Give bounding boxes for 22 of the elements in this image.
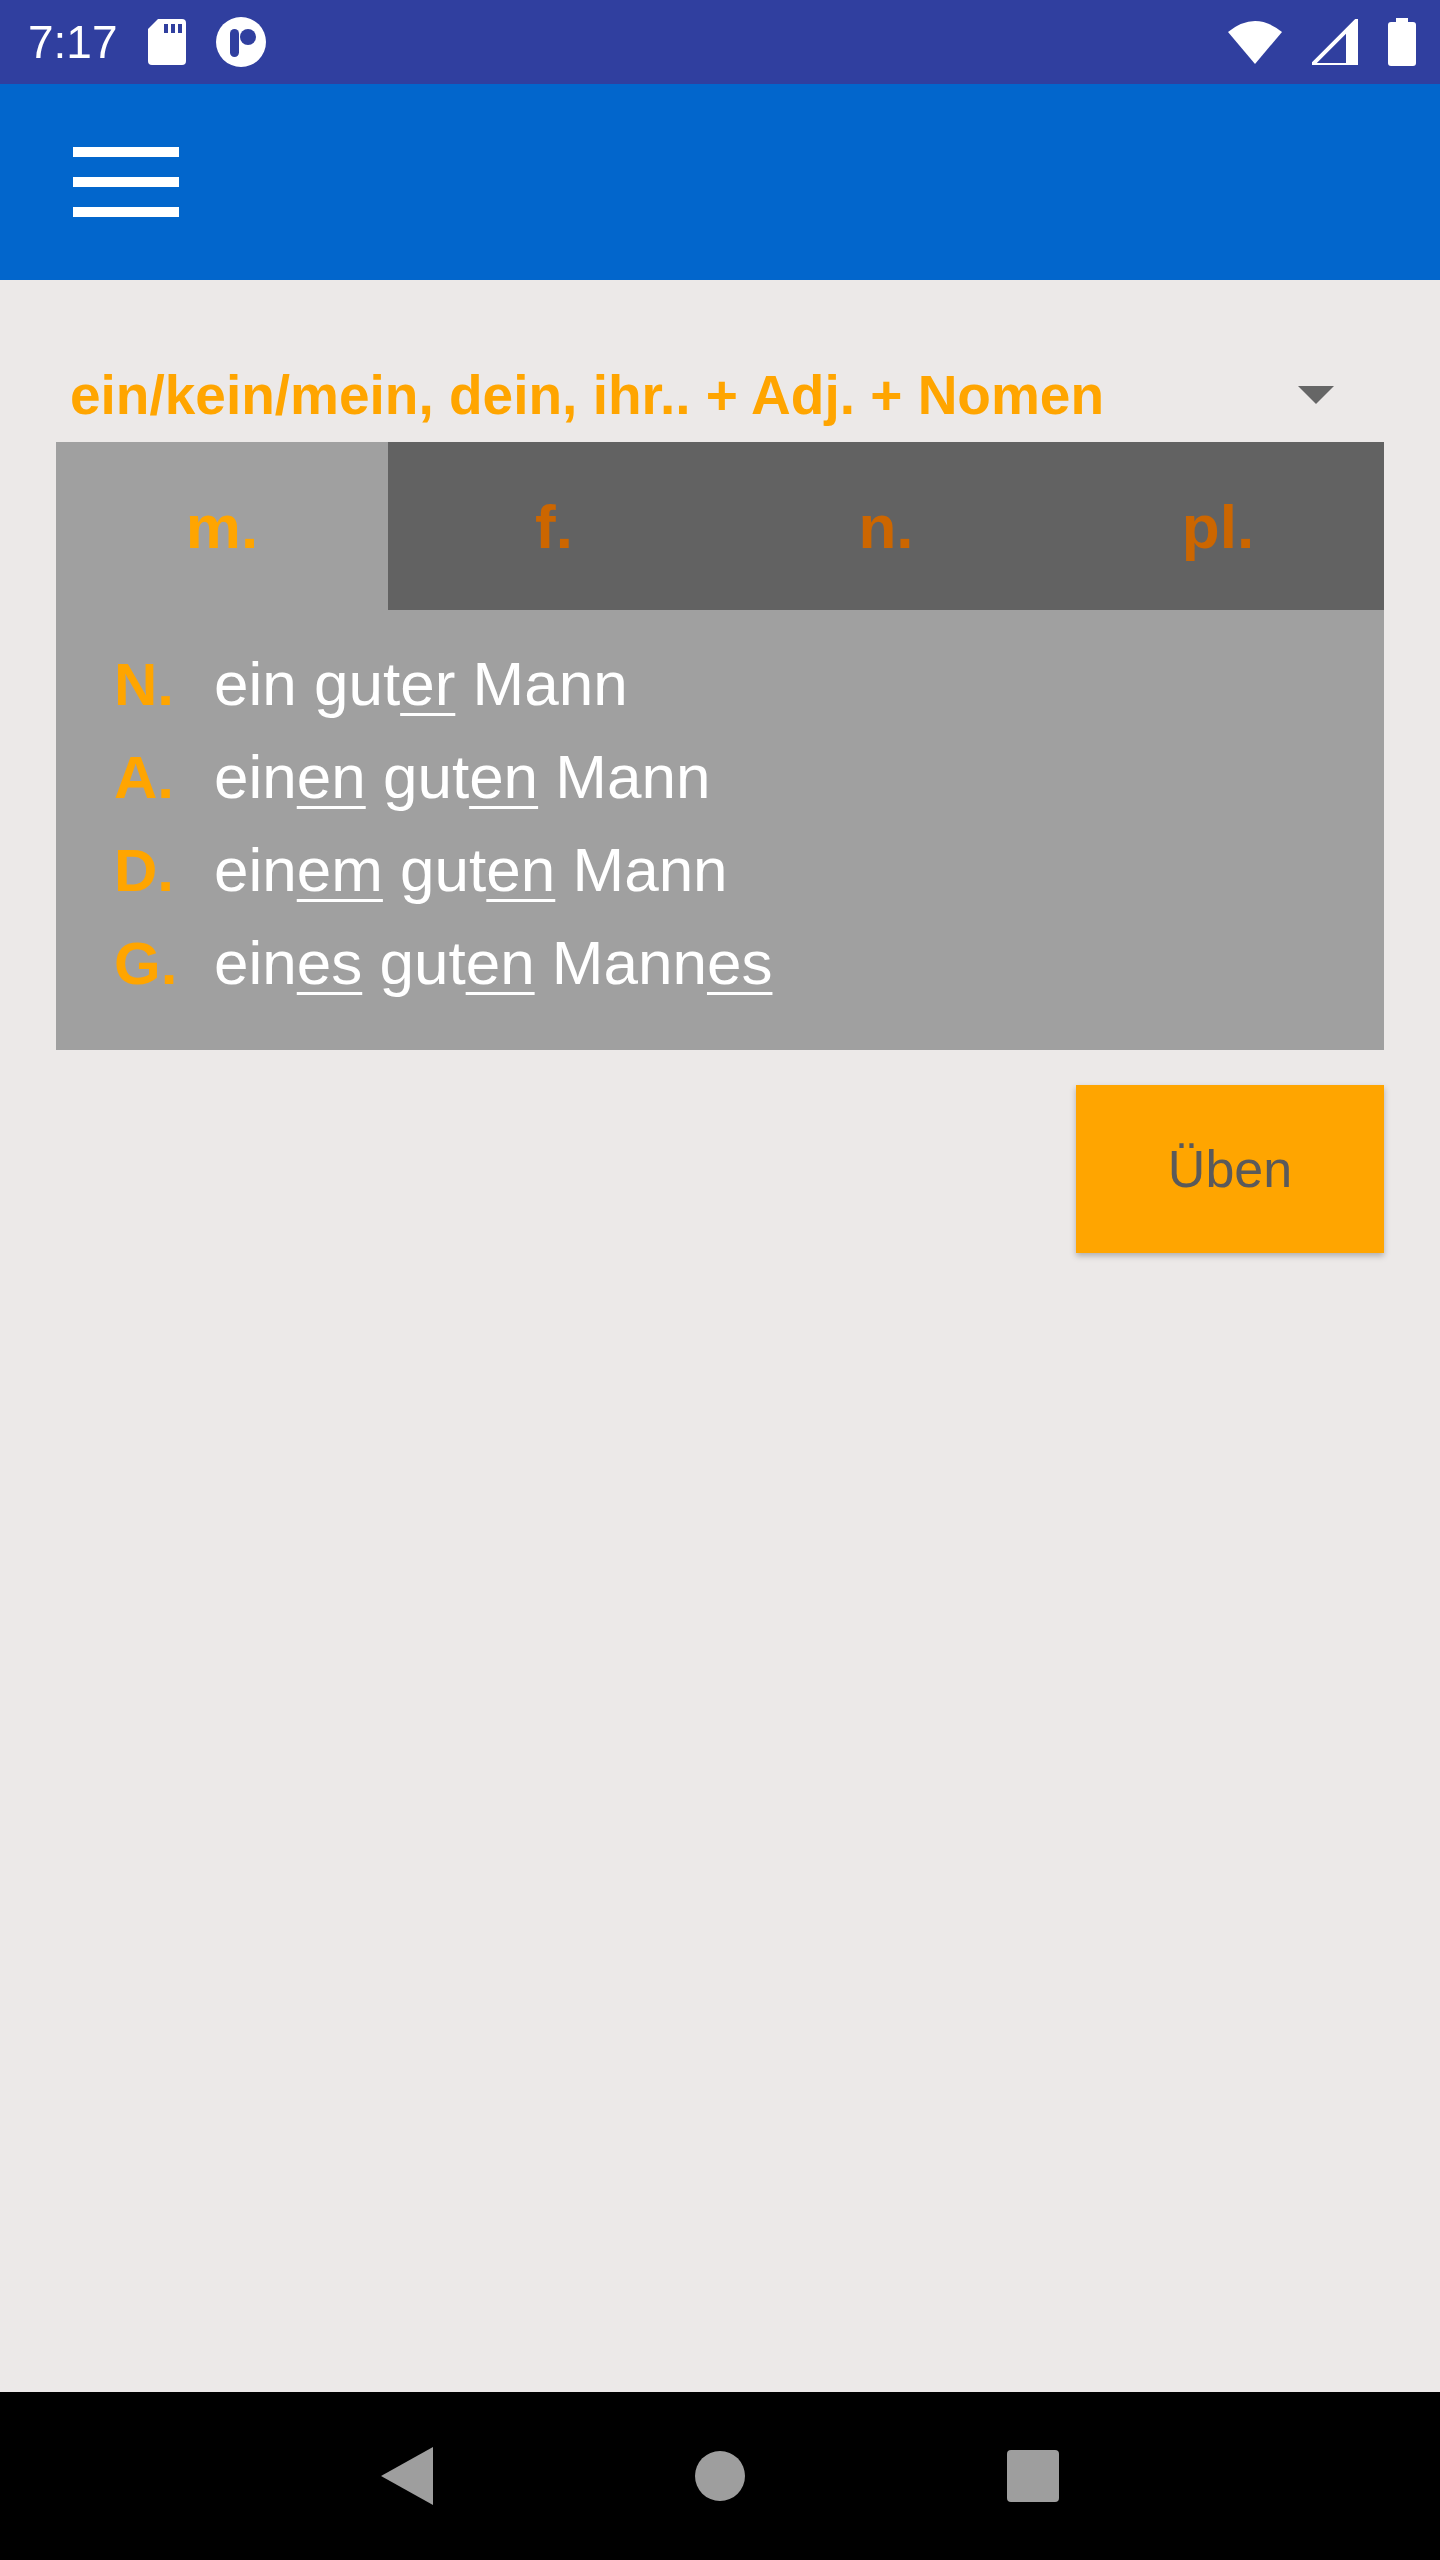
sd-card-icon — [147, 19, 186, 65]
declension-phrase: einem guten Mann — [214, 834, 728, 905]
app-notification-icon — [215, 17, 266, 67]
dropdown-value: ein/kein/mein, dein, ihr.. + Adj. + Nomen — [70, 363, 1105, 427]
menu-button[interactable] — [73, 147, 179, 217]
gender-tab[interactable]: m. — [56, 442, 388, 610]
signal-icon — [1312, 19, 1358, 65]
case-label: N. — [114, 650, 175, 719]
declension-phrase: eines guten Mannes — [214, 927, 773, 998]
battery-icon — [1388, 18, 1416, 66]
back-icon[interactable] — [381, 2447, 433, 2505]
case-label: D. — [114, 836, 175, 905]
practice-button[interactable]: Üben — [1076, 1085, 1384, 1253]
topic-dropdown[interactable]: ein/kein/mein, dein, ihr.. + Adj. + Nomen — [56, 348, 1384, 442]
declension-phrase: einen guten Mann — [214, 741, 711, 812]
home-icon[interactable] — [695, 2451, 745, 2501]
clock: 7:17 — [28, 15, 118, 69]
wifi-icon — [1228, 20, 1282, 64]
dropdown-caret-icon — [1298, 386, 1334, 404]
declension-phrase: ein guter Mann — [214, 648, 628, 719]
case-label: G. — [114, 929, 178, 998]
case-label: A. — [114, 743, 175, 812]
